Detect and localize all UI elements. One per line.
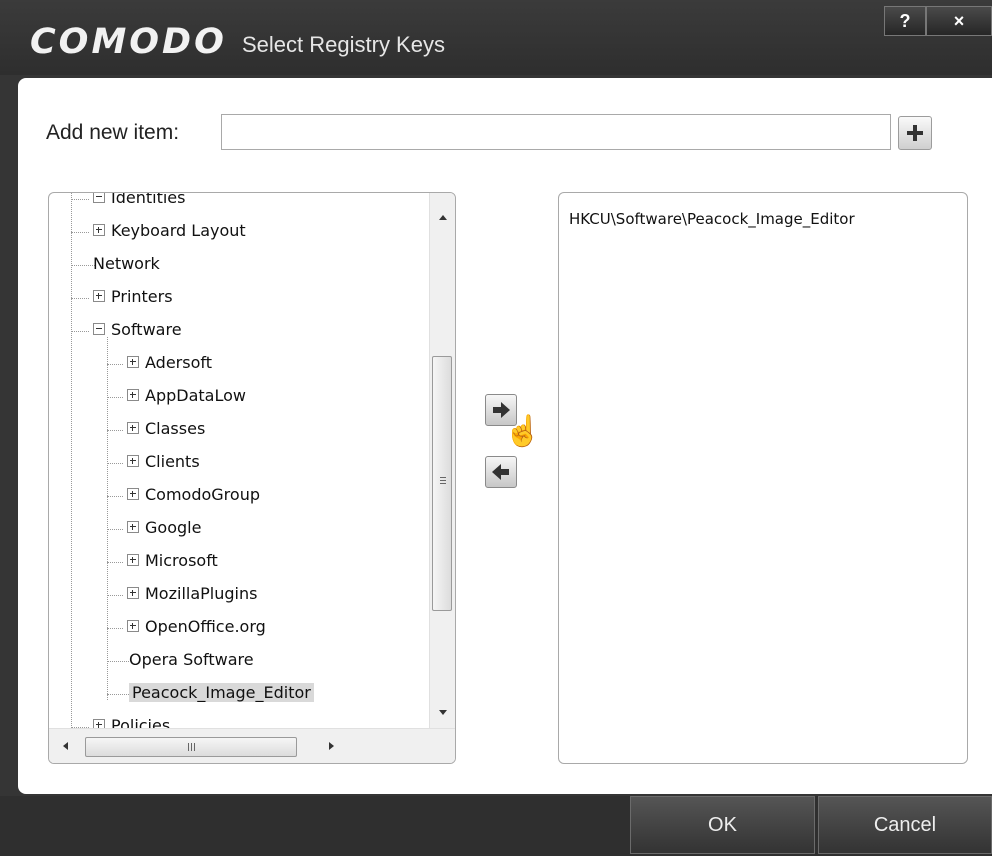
tree-item-label: Opera Software [129,650,254,669]
tree-item[interactable]: Opera Software [129,645,254,675]
ok-button[interactable]: OK [630,796,815,854]
dialog-window: COMODO Select Registry Keys ? × Add new … [0,0,992,856]
expand-icon[interactable] [93,224,105,236]
expand-icon[interactable] [127,389,139,401]
tree-item-label: Peacock_Image_Editor [129,683,314,702]
expand-icon[interactable] [127,554,139,566]
tree-connector [107,364,123,365]
add-item-input[interactable] [221,114,891,150]
tree-connector [71,193,72,728]
tree-item[interactable]: AppDataLow [127,381,246,411]
tree-connector [71,232,89,233]
scroll-down-icon[interactable] [439,710,447,715]
close-button[interactable]: × [926,6,992,36]
tree-item-label: Keyboard Layout [111,221,246,240]
tree-connector [71,331,89,332]
tree-item-label: Microsoft [145,551,218,570]
tree-item-label: Software [111,320,182,339]
tree-item-label: Classes [145,419,206,438]
tree-connector [71,199,89,200]
add-item-button[interactable] [898,116,932,150]
tree-connector [71,298,89,299]
tree-connector [107,337,108,700]
tree-item[interactable]: Microsoft [127,546,218,576]
tree-item[interactable]: Google [127,513,201,543]
tree-connector [107,397,123,398]
tree-item[interactable]: Identities [93,193,185,213]
collapse-icon[interactable] [93,323,105,335]
tree-item-label: OpenOffice.org [145,617,266,636]
tree-connector [107,463,123,464]
expand-icon[interactable] [127,422,139,434]
expand-icon[interactable] [127,356,139,368]
tree-item-label: Printers [111,287,173,306]
list-item[interactable]: HKCU\Software\Peacock_Image_Editor [569,210,855,228]
move-left-button[interactable] [485,456,517,488]
expand-icon[interactable] [127,521,139,533]
tree-connector [71,265,95,266]
collapse-icon[interactable] [93,193,105,203]
dialog-footer: OK Cancel [0,796,992,856]
dialog-title: Select Registry Keys [242,32,445,57]
tree-connector [107,562,123,563]
tree-item[interactable]: Printers [93,282,173,312]
tree-connector [107,694,129,695]
expand-icon[interactable] [127,587,139,599]
tree-item-label: Policies [111,716,171,728]
tree-item[interactable]: Adersoft [127,348,212,378]
title-bar: COMODO Select Registry Keys ? × [0,0,992,75]
expand-icon[interactable] [127,488,139,500]
tree-item[interactable]: Policies [93,711,170,728]
tree-item-label: ComodoGroup [145,485,260,504]
tree-item-label: Network [93,254,160,273]
tree-item[interactable]: ComodoGroup [127,480,260,510]
expand-icon[interactable] [93,719,105,728]
tree-item-label: MozillaPlugins [145,584,258,603]
scroll-up-icon[interactable] [439,215,447,220]
tree-item[interactable]: Peacock_Image_Editor [129,678,314,708]
tree-item-label: Google [145,518,202,537]
tree-item-label: Adersoft [145,353,212,372]
brand-logo: COMODO [30,22,227,62]
scroll-left-icon[interactable] [63,742,68,750]
tree-item-label: Clients [145,452,200,471]
hand-cursor-icon: ☝ [504,415,542,448]
selected-keys-list: HKCU\Software\Peacock_Image_Editor [558,192,968,764]
tree-item[interactable]: Classes [127,414,205,444]
vertical-scroll-thumb[interactable] [432,356,452,611]
tree-connector [107,661,129,662]
tree-connector [107,496,123,497]
tree-vertical-scrollbar[interactable] [429,193,455,728]
expand-icon[interactable] [127,455,139,467]
help-button[interactable]: ? [884,6,926,36]
registry-tree: Identities Keyboard Layout Network Printers… [48,192,456,764]
tree-connector [107,430,123,431]
arrow-left-icon [492,464,509,480]
cancel-button[interactable]: Cancel [818,796,992,854]
expand-icon[interactable] [127,620,139,632]
tree-connector [107,529,123,530]
add-item-label: Add new item: [46,121,180,144]
tree-item[interactable]: OpenOffice.org [127,612,266,642]
dialog-content: Add new item: Identities Keyboard Layout N… [18,78,992,794]
tree-item[interactable]: Network [93,249,160,279]
tree-connector [107,595,123,596]
tree-item-label: Identities [111,193,186,207]
tree-viewport: Identities Keyboard Layout Network Printers… [49,193,429,728]
tree-connector [107,628,123,629]
tree-horizontal-scrollbar[interactable] [49,728,455,763]
scroll-right-icon[interactable] [329,742,334,750]
tree-item[interactable]: Clients [127,447,200,477]
expand-icon[interactable] [93,290,105,302]
tree-item[interactable]: MozillaPlugins [127,579,257,609]
tree-item-label: AppDataLow [145,386,246,405]
horizontal-scroll-thumb[interactable] [85,737,297,757]
tree-item[interactable]: Keyboard Layout [93,216,246,246]
